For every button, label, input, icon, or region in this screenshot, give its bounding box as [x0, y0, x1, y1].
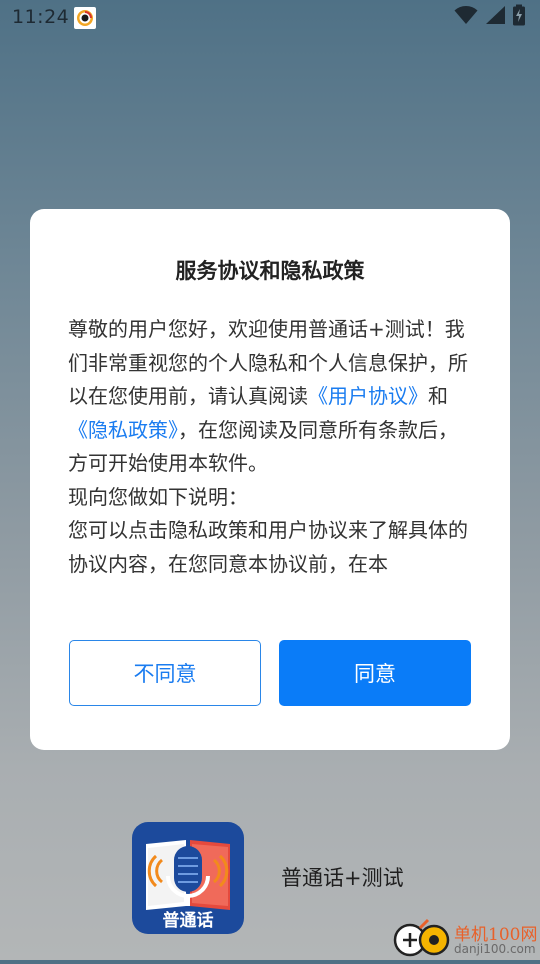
- app-name: 普通话+测试: [281, 866, 404, 890]
- dialog-title: 服务协议和隐私政策: [175, 259, 365, 283]
- watermark-url: danji100.com: [454, 942, 536, 956]
- dialog-paragraph-notice: 现向您做如下说明：: [68, 484, 248, 509]
- app-notification-icon: [74, 7, 96, 29]
- status-icons: [454, 4, 526, 30]
- status-time: 11:24: [12, 6, 70, 28]
- watermark-logo-icon: [393, 918, 450, 957]
- cellular-signal-icon: [484, 5, 506, 29]
- dialog-paragraph-details: 您可以点击隐私政策和用户协议来了解具体的协议内容，在您同意本协议前，在本: [68, 518, 468, 576]
- and-text: 和: [428, 384, 448, 408]
- privacy-dialog: 服务协议和隐私政策 尊敬的用户您好，欢迎使用普通话+测试！我们非常重视您的个人隐…: [30, 209, 510, 750]
- site-watermark: 单机100网 danji100.com: [392, 918, 540, 960]
- status-bar: 11:24: [0, 0, 540, 36]
- wifi-icon: [454, 5, 478, 29]
- agree-button[interactable]: 同意: [279, 640, 471, 706]
- user-agreement-link[interactable]: 《用户协议》: [308, 384, 428, 408]
- dialog-paragraph-intro: 尊敬的用户您好，欢迎使用普通话+测试！我们非常重视您的个人隐私和个人信息保护，所…: [68, 313, 476, 481]
- app-logo-text: 普通话: [163, 910, 214, 931]
- dialog-body[interactable]: 尊敬的用户您好，欢迎使用普通话+测试！我们非常重视您的个人隐私和个人信息保护，所…: [68, 313, 476, 609]
- battery-icon: [512, 4, 526, 30]
- decline-button[interactable]: 不同意: [69, 640, 261, 706]
- app-logo: 普通话: [132, 822, 244, 934]
- privacy-policy-link[interactable]: 《隐私政策》: [68, 418, 178, 442]
